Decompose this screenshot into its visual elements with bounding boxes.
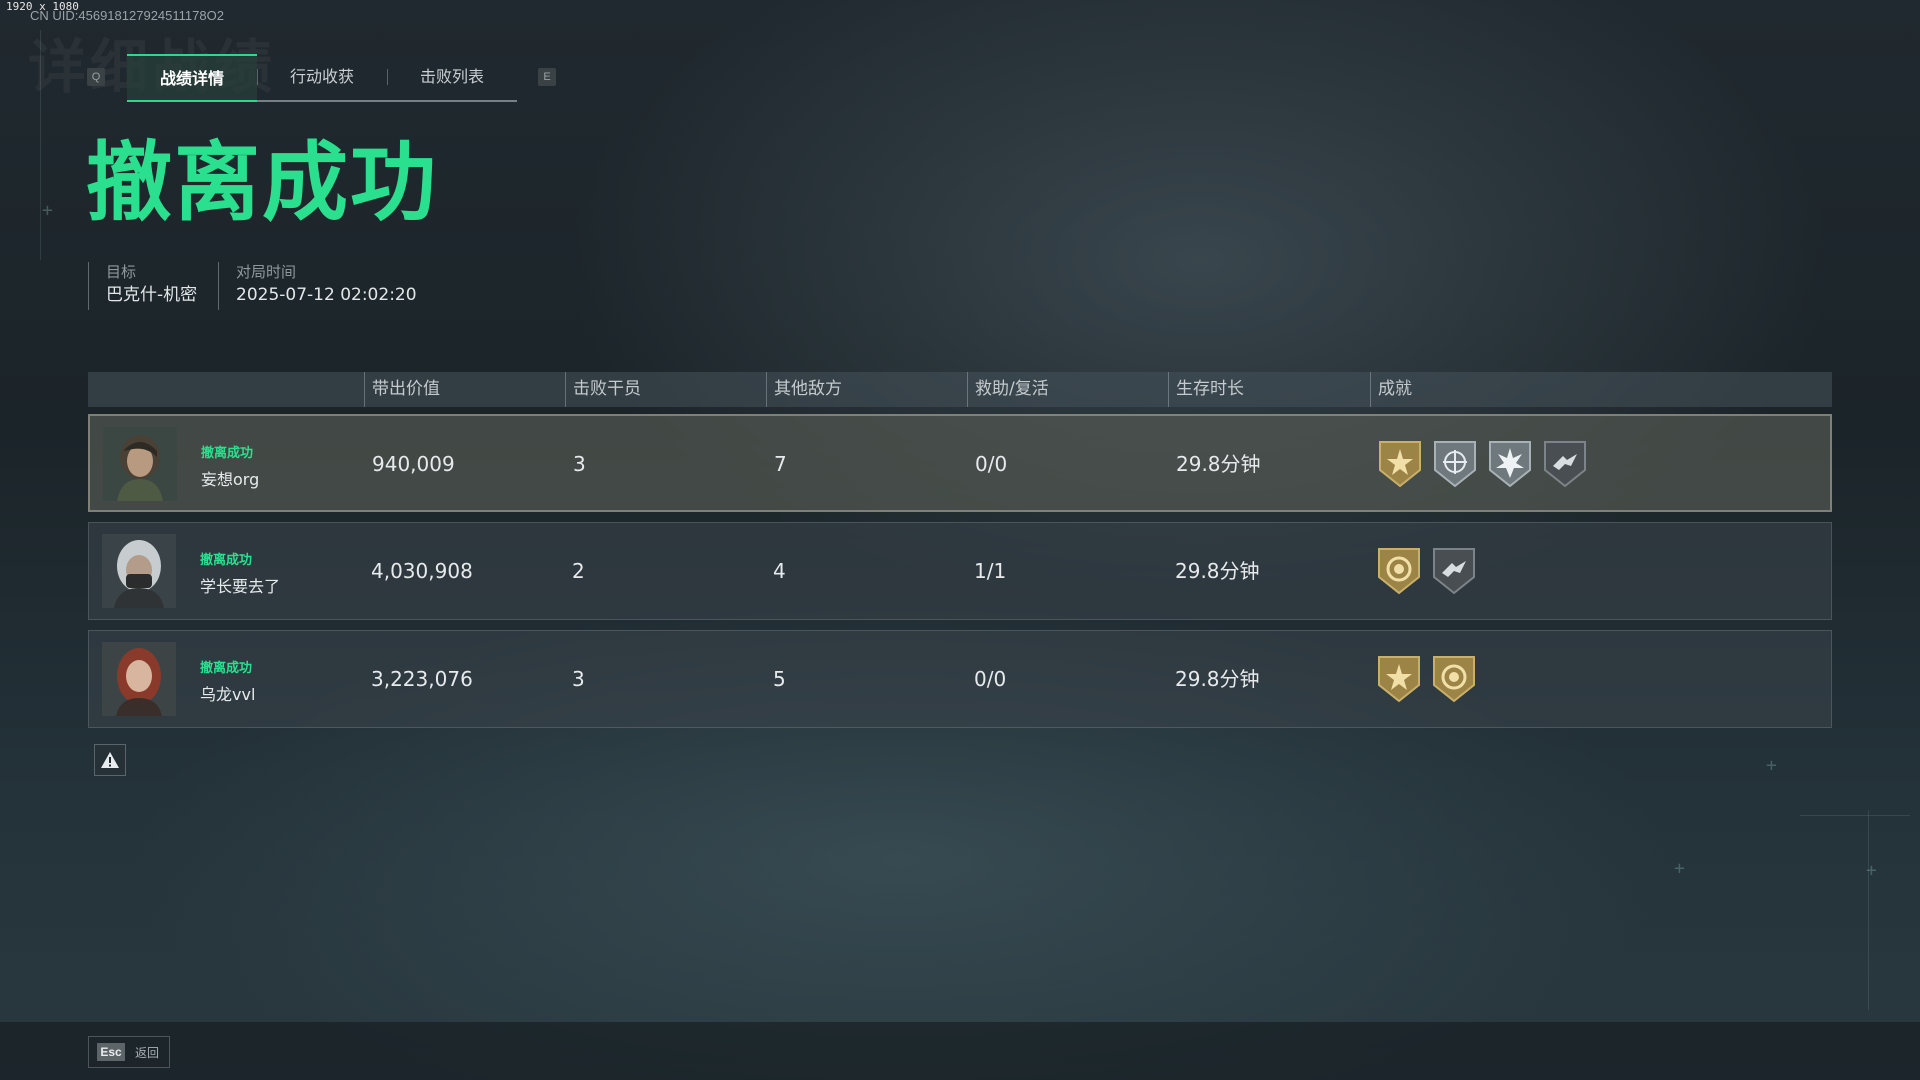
- decor-cross: +: [1766, 755, 1777, 776]
- match-time-value: 2025-07-12 02:02:20: [236, 285, 417, 305]
- achievement-badges: [1377, 547, 1476, 595]
- rescue-revive: 0/0: [975, 452, 1008, 476]
- back-button[interactable]: Esc 返回: [88, 1036, 170, 1068]
- report-warning-button[interactable]: [94, 744, 126, 776]
- stats-table-header: 带出价值 击败干员 其他敌方 救助/复活 生存时长 成就: [88, 372, 1832, 407]
- bottom-bar: [0, 1022, 1920, 1080]
- esc-key-hint: Esc: [97, 1043, 125, 1061]
- extracted-value: 3,223,076: [371, 667, 473, 691]
- column-header-survival-time: 生存时长: [1168, 372, 1244, 407]
- tab-action-gains[interactable]: 行动收获: [257, 54, 387, 100]
- player-row[interactable]: 撤离成功 妄想org 940,009 3 7 0/0 29.8分钟: [88, 414, 1832, 512]
- gold-star-badge-icon[interactable]: [1377, 655, 1421, 703]
- target-info: 目标 巴克什-机密: [88, 262, 197, 310]
- achievement-badges: [1377, 655, 1476, 703]
- extraction-status: 撤离成功: [200, 661, 253, 676]
- rescue-revive: 1/1: [974, 559, 1007, 583]
- warning-icon: [101, 752, 119, 768]
- avatar: [103, 427, 177, 501]
- survival-time: 29.8分钟: [1175, 559, 1260, 583]
- player-name: 妄想org: [201, 470, 260, 489]
- tab-defeat-list[interactable]: 击败列表: [387, 54, 517, 100]
- tab-battle-details[interactable]: 战绩详情: [127, 54, 257, 102]
- gold-star-badge-icon[interactable]: [1378, 440, 1422, 488]
- player-name: 乌龙vvl: [200, 685, 256, 704]
- other-enemies: 4: [773, 559, 786, 583]
- rescue-revive: 0/0: [974, 667, 1007, 691]
- gold-coin-badge-icon[interactable]: [1432, 655, 1476, 703]
- avatar: [102, 642, 176, 716]
- match-time-label: 对局时间: [236, 263, 297, 281]
- player-name: 学长要去了: [200, 577, 281, 596]
- column-header-achievements: 成就: [1370, 372, 1412, 407]
- other-enemies: 5: [773, 667, 786, 691]
- decor-cross: +: [1674, 858, 1685, 879]
- silver-burst-badge-icon[interactable]: [1488, 440, 1532, 488]
- defeated-operators: 3: [573, 452, 586, 476]
- dark-wings-badge-icon[interactable]: [1432, 547, 1476, 595]
- decor-cross: +: [42, 200, 53, 221]
- column-header-rescue-revive: 救助/复活: [967, 372, 1049, 407]
- decor-line: [1800, 815, 1910, 816]
- achievement-badges: [1378, 440, 1587, 488]
- match-time-info: 对局时间 2025-07-12 02:02:20: [218, 262, 417, 310]
- defeated-operators: 3: [572, 667, 585, 691]
- defeated-operators: 2: [572, 559, 585, 583]
- survival-time: 29.8分钟: [1175, 667, 1260, 691]
- target-value: 巴克什-机密: [106, 285, 198, 305]
- extraction-result-title: 撤离成功: [86, 133, 438, 233]
- decor-line: [1868, 810, 1869, 1010]
- column-header-value: 带出价值: [364, 372, 440, 407]
- gold-coin-badge-icon[interactable]: [1377, 547, 1421, 595]
- tab-bar: 战绩详情 行动收获 击败列表: [127, 54, 517, 102]
- extraction-status: 撤离成功: [201, 446, 254, 461]
- back-label: 返回: [135, 1046, 160, 1060]
- dark-wings-badge-icon[interactable]: [1543, 440, 1587, 488]
- decor-cross: +: [1866, 860, 1877, 881]
- extracted-value: 940,009: [372, 452, 455, 476]
- column-header-other-enemies: 其他敌方: [766, 372, 842, 407]
- next-tab-key-hint[interactable]: E: [538, 68, 556, 86]
- player-row[interactable]: 撤离成功 乌龙vvl 3,223,076 3 5 0/0 29.8分钟: [88, 630, 1832, 728]
- other-enemies: 7: [774, 452, 787, 476]
- player-row[interactable]: 撤离成功 学长要去了 4,030,908 2 4 1/1 29.8分钟: [88, 522, 1832, 620]
- avatar: [102, 534, 176, 608]
- extracted-value: 4,030,908: [371, 559, 473, 583]
- target-label: 目标: [106, 263, 137, 281]
- prev-tab-key-hint[interactable]: Q: [87, 68, 105, 86]
- survival-time: 29.8分钟: [1176, 452, 1261, 476]
- column-header-defeated-operators: 击败干员: [565, 372, 641, 407]
- silver-crosshair-badge-icon[interactable]: [1433, 440, 1477, 488]
- extraction-status: 撤离成功: [200, 553, 253, 568]
